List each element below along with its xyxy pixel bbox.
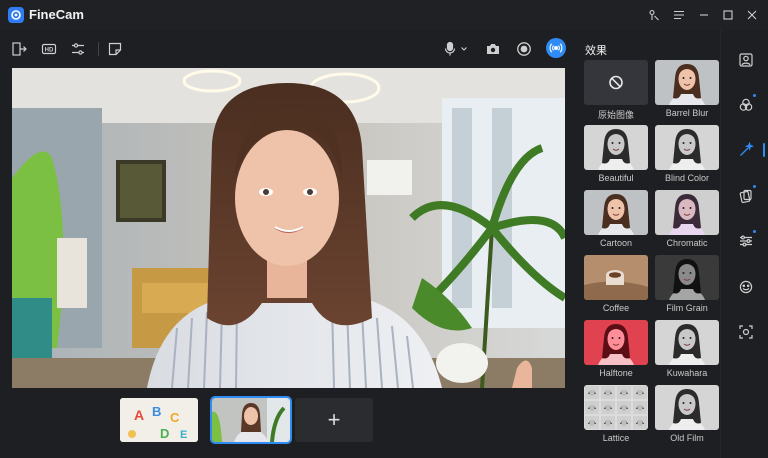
effect-label: Cartoon	[599, 238, 633, 248]
effect-label: Kuwahara	[666, 368, 708, 378]
effect-label: Chromatic	[666, 238, 708, 248]
effect-preview-image	[655, 60, 719, 105]
effect-preview-image	[584, 255, 648, 300]
svg-text:C: C	[170, 410, 180, 425]
adjust-sliders-icon[interactable]	[737, 232, 755, 250]
effect-preview-image	[584, 385, 648, 430]
woman-thumbnail-image	[212, 398, 290, 442]
background-thumbnail-woman[interactable]	[210, 396, 292, 444]
svg-text:D: D	[160, 426, 169, 441]
menu-icon[interactable]	[670, 6, 688, 24]
active-tab-indicator	[763, 143, 765, 157]
effect-tile[interactable]: Film Grain	[655, 255, 719, 319]
effect-tile[interactable]: Kuwahara	[655, 320, 719, 384]
effect-tile[interactable]: 原始图像	[584, 60, 648, 124]
rail-divider	[720, 30, 721, 458]
adjust-sliders-icon[interactable]	[69, 40, 87, 58]
effect-label: Old Film	[670, 433, 704, 443]
effect-preview-image	[655, 190, 719, 235]
right-tool-rail	[728, 30, 768, 458]
effects-panel-title: 效果	[585, 45, 607, 57]
effect-label: Film Grain	[666, 303, 708, 313]
effect-preview-image	[584, 125, 648, 170]
hd-icon[interactable]: HD	[40, 40, 58, 58]
camera-preview[interactable]	[12, 68, 565, 388]
finecam-logo-icon	[8, 7, 24, 23]
effect-preview-image	[655, 385, 719, 430]
finecam-window: FineCam HD A B C D E + 效果 原始图像 Barrel Bl…	[0, 0, 768, 458]
effect-label: Coffee	[602, 303, 630, 313]
svg-text:E: E	[180, 429, 187, 441]
beauty-filter-icon[interactable]	[737, 96, 755, 114]
sticker-badge	[753, 185, 756, 188]
avatar-mask-icon[interactable]	[737, 278, 755, 296]
effect-preview-image	[655, 255, 719, 300]
effect-label: Blind Color	[664, 173, 710, 183]
toolbar-divider	[98, 42, 99, 56]
maximize-icon[interactable]	[719, 6, 737, 24]
microphone-icon[interactable]	[441, 40, 459, 58]
svg-text:B: B	[152, 404, 161, 419]
effect-tile[interactable]: Blind Color	[655, 125, 719, 189]
close-icon[interactable]	[743, 6, 761, 24]
minimize-icon[interactable]	[695, 6, 713, 24]
face-scan-icon[interactable]	[737, 323, 755, 341]
no-effect-icon	[584, 60, 648, 105]
exit-icon[interactable]	[10, 40, 28, 58]
effect-preview-image	[584, 190, 648, 235]
effect-label: 原始图像	[597, 110, 634, 120]
title-bar: FineCam	[0, 0, 768, 30]
effect-tile[interactable]: Old Film	[655, 385, 719, 449]
plus-icon: +	[327, 407, 341, 432]
effect-label: Beautiful	[598, 173, 634, 183]
mic-dropdown-chevron-icon[interactable]	[459, 40, 469, 58]
effect-tile[interactable]: Chromatic	[655, 190, 719, 254]
record-icon[interactable]	[515, 40, 533, 58]
svg-text:HD: HD	[45, 48, 54, 54]
app-title: FineCam	[29, 7, 84, 22]
camera-preview-image	[12, 68, 565, 388]
abc-letters-image: A B C D E	[120, 398, 198, 442]
effect-tile[interactable]: Beautiful	[584, 125, 648, 189]
svg-text:A: A	[134, 407, 144, 423]
effect-label: Lattice	[602, 433, 630, 443]
camera-snapshot-icon[interactable]	[484, 40, 502, 58]
beauty-filter-badge	[753, 94, 756, 97]
effect-tile[interactable]: Coffee	[584, 255, 648, 319]
effect-tile[interactable]: Lattice	[584, 385, 648, 449]
add-background-button[interactable]: +	[295, 398, 373, 442]
effect-tile[interactable]: Barrel Blur	[655, 60, 719, 124]
effect-label: Halftone	[599, 368, 633, 378]
magic-wand-icon[interactable]	[737, 141, 755, 159]
sticker-icon[interactable]	[106, 40, 124, 58]
background-thumbnail-abc[interactable]: A B C D E	[120, 398, 198, 442]
live-broadcast-button[interactable]	[546, 38, 566, 58]
portrait-icon[interactable]	[737, 51, 755, 69]
adjust-badge	[753, 230, 756, 233]
effect-label: Barrel Blur	[665, 108, 709, 118]
pin-icon[interactable]	[645, 6, 663, 24]
effect-preview-image	[655, 125, 719, 170]
effects-grid: 原始图像 Barrel Blur Beautiful Blind Color Carto…	[584, 60, 720, 458]
effect-preview-image	[655, 320, 719, 365]
effect-tile[interactable]: Cartoon	[584, 190, 648, 254]
effect-tile[interactable]: Halftone	[584, 320, 648, 384]
effect-preview-image	[584, 60, 648, 105]
sticker-cards-icon[interactable]	[737, 187, 755, 205]
effect-preview-image	[584, 320, 648, 365]
